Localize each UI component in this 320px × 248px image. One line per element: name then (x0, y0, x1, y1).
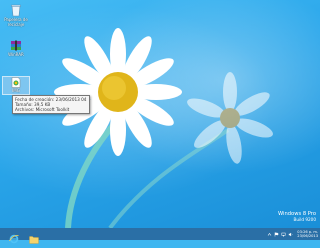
taskbar: 03:26 p. m. 23/06/2013 (0, 228, 320, 244)
clock-date: 23/06/2013 (297, 234, 318, 238)
file-info-tooltip: Fecha de creación: 23/06/2013 04:29 p. m… (12, 95, 90, 114)
system-tray: 03:26 p. m. 23/06/2013 (267, 228, 318, 240)
windows-build: Build 9200 (293, 217, 317, 222)
desktop-wallpaper (0, 0, 320, 230)
taskbar-clock[interactable]: 03:26 p. m. 23/06/2013 (297, 230, 318, 239)
action-center-flag-icon[interactable] (274, 232, 279, 237)
recycle-bin-icon (11, 4, 21, 17)
tooltip-files: Archivos: Microsoft Toolkit (15, 107, 70, 112)
taskbar-file-explorer-button[interactable] (26, 229, 42, 244)
taskbar-internet-explorer-button[interactable] (6, 229, 22, 244)
recycle-bin-label: Papelera de reciclaje (4, 17, 28, 27)
windows-version-watermark: Windows 8 Pro Build 9200 (278, 211, 316, 222)
show-hidden-icons-icon[interactable] (267, 232, 272, 237)
volume-icon[interactable] (288, 232, 293, 237)
winrar-icon (11, 40, 21, 51)
winrar-label: WinRAR (8, 52, 24, 57)
desktop-icon-winrar[interactable]: WinRAR (2, 40, 30, 57)
desktop-icon-recycle-bin[interactable]: Papelera de reciclaje (2, 3, 30, 27)
desktop-icon-image-file[interactable]: IMG (2, 76, 30, 95)
internet-explorer-icon (9, 234, 19, 244)
network-icon[interactable] (281, 232, 286, 237)
daisy-flowers-image (54, 28, 273, 230)
image-file-icon (11, 77, 21, 88)
image-file-label: IMG (12, 88, 20, 93)
